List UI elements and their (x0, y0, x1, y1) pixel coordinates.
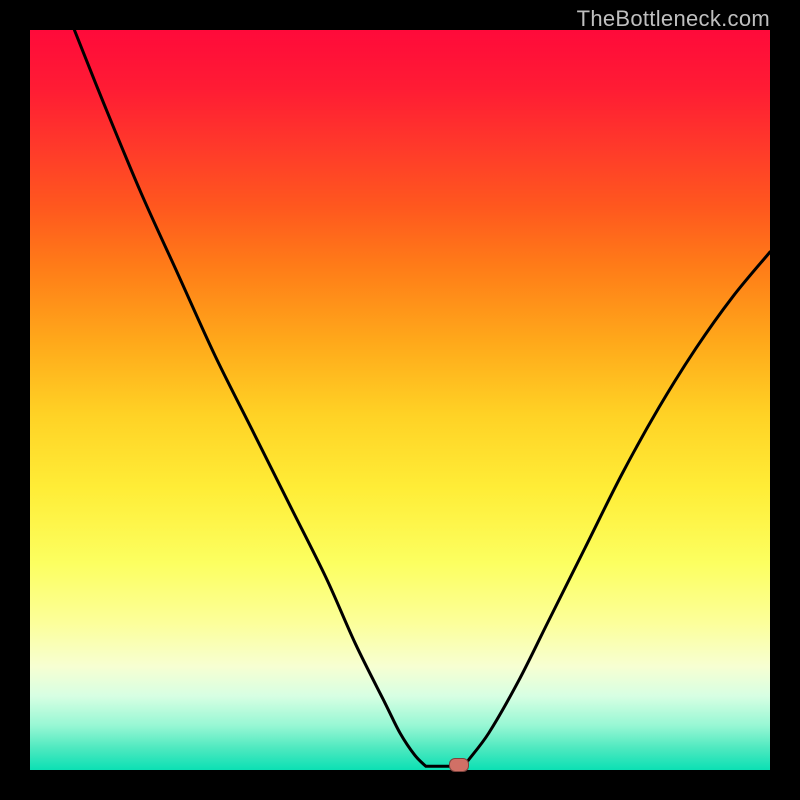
plot-area (30, 30, 770, 770)
optimal-point-marker (449, 758, 469, 772)
chart-frame: TheBottleneck.com (0, 0, 800, 800)
bottleneck-curve (30, 30, 770, 770)
curve-path (74, 30, 770, 766)
attribution-text: TheBottleneck.com (577, 6, 770, 32)
